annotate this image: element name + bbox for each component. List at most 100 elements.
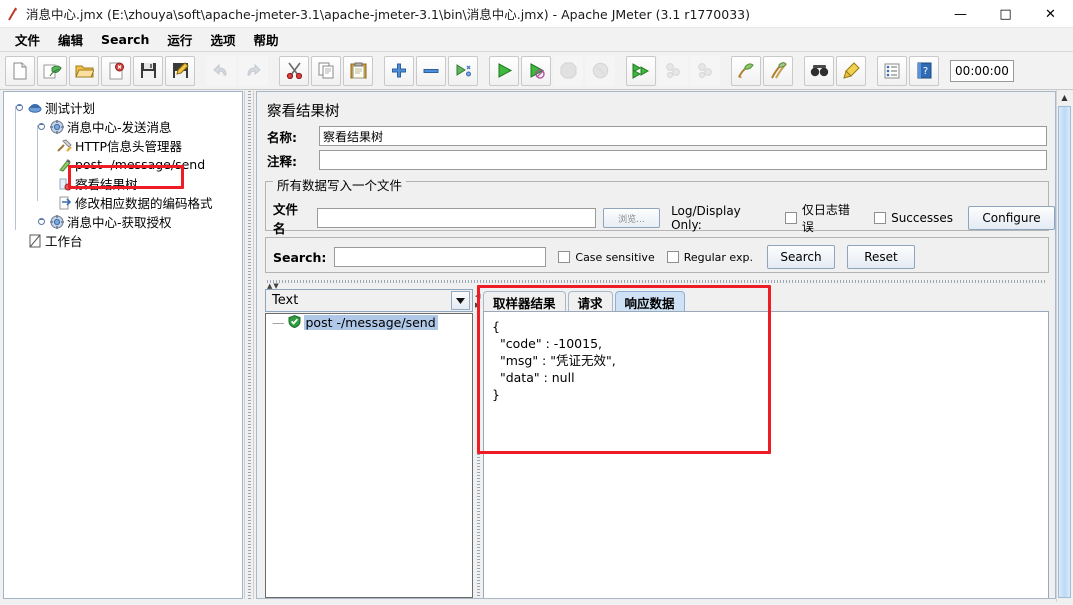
start-no-pause-icon: [530, 63, 545, 79]
comment-input[interactable]: [319, 150, 1047, 170]
success-shield-icon: [288, 314, 301, 331]
window-vertical-scrollbar[interactable]: ▲: [1056, 90, 1071, 602]
successes-label: Successes: [891, 211, 954, 225]
menu-file[interactable]: 文件: [6, 27, 49, 52]
paste-icon: [350, 62, 366, 79]
test-plan-icon: [26, 102, 43, 114]
save-icon: [140, 63, 156, 78]
open-icon: [74, 65, 94, 78]
regular-exp-checkbox[interactable]: Regular exp.: [666, 250, 753, 264]
name-input[interactable]: 察看结果树: [319, 126, 1047, 146]
expand-all-button[interactable]: [384, 55, 414, 86]
comment-row: 注释:: [267, 150, 1047, 170]
errors-only-box-icon: [785, 212, 797, 224]
case-sensitive-checkbox[interactable]: Case sensitive: [558, 250, 655, 264]
maximize-button[interactable]: □: [983, 0, 1028, 28]
tree-node-post-processor[interactable]: 修改相应数据的编码格式: [8, 193, 242, 212]
filename-input[interactable]: [317, 208, 596, 228]
chevron-down-icon[interactable]: [451, 291, 470, 310]
browse-button[interactable]: 浏览...: [602, 208, 661, 228]
search-icon: [810, 64, 828, 76]
collapse-handle-icon[interactable]: [34, 218, 48, 225]
toggle-button[interactable]: [448, 55, 478, 86]
leaf-dash-icon: —: [272, 315, 285, 330]
menu-help[interactable]: 帮助: [244, 27, 287, 52]
successes-box-icon: [874, 212, 887, 224]
case-sensitive-label: Case sensitive: [575, 250, 655, 264]
paste-button[interactable]: [343, 55, 373, 86]
search-submit-button[interactable]: Search: [766, 245, 835, 269]
render-type-combo[interactable]: Text: [265, 289, 473, 312]
menu-options[interactable]: 选项: [201, 27, 244, 52]
search-button[interactable]: [804, 55, 834, 86]
tree-node-test-plan[interactable]: 测试计划: [8, 98, 242, 117]
shutdown-button: [585, 55, 615, 86]
menu-run[interactable]: 运行: [158, 27, 201, 52]
start-icon: [498, 63, 512, 78]
redo-button: [238, 55, 268, 86]
close-file-button[interactable]: [101, 55, 131, 86]
open-button[interactable]: [69, 55, 99, 86]
search-reset-button[interactable]: Reset: [846, 245, 915, 269]
cut-button[interactable]: [279, 55, 309, 86]
menu-search[interactable]: Search: [92, 29, 158, 50]
clear-all-icon: [771, 62, 787, 79]
remote-start-all-icon: [632, 62, 650, 79]
undo-icon: [213, 63, 227, 75]
result-item-label: post -/message/send: [303, 315, 438, 330]
page-title: 察看结果树: [267, 104, 340, 120]
tree-node-thread-group-send[interactable]: 消息中心-发送消息: [8, 117, 242, 136]
remote-start-all-button[interactable]: [626, 55, 656, 86]
templates-icon: [43, 64, 62, 78]
shutdown-icon: [592, 62, 608, 79]
help-icon: ?: [917, 62, 931, 79]
results-list[interactable]: — post -/message/send: [265, 313, 473, 598]
expand-all-icon: [392, 63, 406, 77]
clear-all-button[interactable]: [763, 55, 793, 86]
save-as-button[interactable]: [165, 55, 195, 86]
copy-button[interactable]: [311, 55, 341, 86]
search-input[interactable]: [334, 247, 547, 267]
annotation-box-response: [477, 285, 771, 454]
function-helper-icon: [884, 63, 900, 78]
expand-handle-icon[interactable]: [12, 104, 26, 111]
comment-label: 注释:: [267, 153, 297, 169]
jmeter-window: 消息中心.jmx (E:\zhouya\soft\apache-jmeter-3…: [0, 0, 1073, 605]
remote-stop-all-button: [658, 55, 688, 86]
minimize-button[interactable]: —: [938, 0, 983, 28]
templates-button[interactable]: [37, 55, 67, 86]
successes-checkbox[interactable]: Successes: [874, 211, 953, 225]
scrollbar-thumb[interactable]: [1058, 106, 1071, 598]
filename-label: 文件名: [273, 202, 299, 236]
start-button[interactable]: [489, 55, 519, 86]
tree-label: HTTP信息头管理器: [75, 139, 182, 154]
regular-exp-label: Regular exp.: [683, 250, 753, 264]
tree-node-header-manager[interactable]: HTTP信息头管理器: [8, 136, 242, 155]
scroll-up-icon[interactable]: ▲: [1058, 90, 1071, 104]
stop-icon: [560, 62, 576, 79]
save-button[interactable]: [133, 55, 163, 86]
menu-edit[interactable]: 编辑: [49, 27, 92, 52]
expand-handle-icon[interactable]: [34, 123, 48, 130]
errors-only-checkbox[interactable]: 仅日志错误: [785, 201, 861, 235]
horizontal-splitter[interactable]: [267, 280, 1047, 283]
window-title: 消息中心.jmx (E:\zhouya\soft\apache-jmeter-3…: [26, 7, 750, 22]
tree-node-workbench[interactable]: 工作台: [8, 231, 242, 250]
clear-button[interactable]: [731, 55, 761, 86]
close-button[interactable]: ✕: [1028, 0, 1073, 28]
start-no-pause-button[interactable]: [521, 55, 551, 86]
result-item-post-message-send[interactable]: — post -/message/send: [266, 314, 472, 331]
tool-bar: ? 00:00:00: [0, 52, 1073, 90]
save-as-icon: [172, 62, 189, 78]
configure-button[interactable]: Configure: [968, 206, 1055, 230]
workbench-icon: [26, 234, 43, 248]
collapse-all-button[interactable]: [416, 55, 446, 86]
search-reset-button[interactable]: [836, 55, 866, 86]
help-button[interactable]: ?: [909, 55, 939, 86]
tree-node-thread-group-auth[interactable]: 消息中心-获取授权: [8, 212, 242, 231]
main-splitter[interactable]: [244, 91, 254, 599]
new-button[interactable]: [5, 55, 35, 86]
function-helper-button[interactable]: [877, 55, 907, 86]
test-plan-tree-panel[interactable]: 测试计划 消息中心-发送消息 HTTP信息头管理器 post -/message…: [3, 91, 243, 599]
collapse-all-icon: [423, 68, 439, 73]
